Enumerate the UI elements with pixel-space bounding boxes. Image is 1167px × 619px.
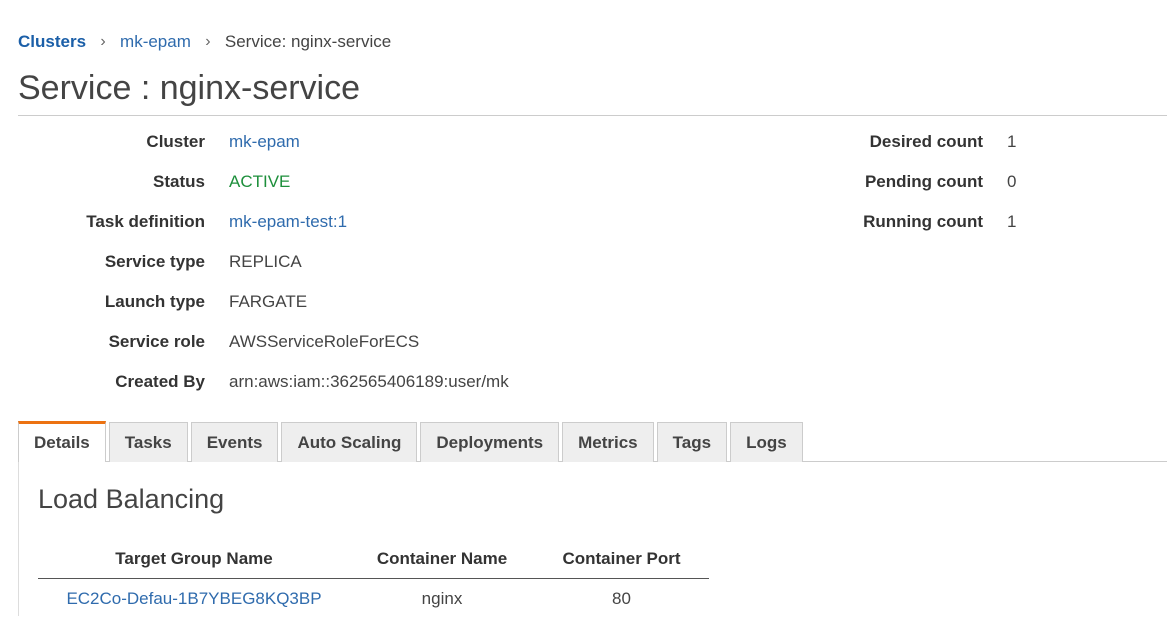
container-port-cell: 80 — [612, 589, 631, 608]
tab-deployments[interactable]: Deployments — [420, 422, 560, 462]
running-count-value: 1 — [1007, 212, 1017, 231]
field-label: Launch type — [104, 292, 205, 311]
breadcrumb-current: Service: nginx-service — [224, 32, 392, 51]
created-by-value: arn:aws:iam::362565406189:user/mk — [229, 372, 509, 391]
field-label: Service role — [108, 332, 205, 351]
tab-tasks[interactable]: Tasks — [108, 422, 188, 462]
field-label: Desired count — [869, 132, 983, 151]
breadcrumb-cluster-link[interactable]: mk-epam — [120, 31, 191, 53]
tab-events[interactable]: Events — [190, 422, 279, 462]
column-header-container-port: Container Port — [562, 549, 681, 568]
table-header: Target Group Name Container Name Contain… — [38, 540, 709, 579]
breadcrumb-clusters-link[interactable]: Clusters — [18, 31, 86, 53]
pending-count-value: 0 — [1007, 172, 1017, 191]
tab-auto-scaling[interactable]: Auto Scaling — [281, 422, 418, 462]
page-title: Service : nginx-service — [18, 69, 361, 107]
table-row: EC2Co-Defau-1B7YBEG8KQ3BP nginx 80 — [38, 579, 709, 619]
tab-tags[interactable]: Tags — [656, 422, 728, 462]
field-label: Created By — [115, 372, 205, 391]
chevron-right-icon: › — [205, 33, 211, 50]
breadcrumb: Clusters › mk-epam › Service: nginx-serv… — [18, 31, 391, 53]
field-launch-type: Launch type FARGATE — [0, 290, 600, 314]
title-divider — [18, 115, 1167, 116]
section-title-load-balancing: Load Balancing — [38, 484, 225, 514]
service-type-value: REPLICA — [229, 252, 302, 271]
field-created-by: Created By arn:aws:iam::362565406189:use… — [0, 370, 600, 394]
field-pending-count: Pending count 0 — [0, 170, 1100, 194]
launch-type-value: FARGATE — [229, 292, 308, 311]
field-label: Pending count — [864, 172, 983, 191]
target-group-link[interactable]: EC2Co-Defau-1B7YBEG8KQ3BP — [38, 579, 350, 619]
column-header-container-name: Container Name — [376, 549, 508, 568]
tab-metrics[interactable]: Metrics — [562, 422, 654, 462]
field-label: Running count — [863, 212, 983, 231]
field-desired-count: Desired count 1 — [0, 130, 1100, 154]
field-service-type: Service type REPLICA — [0, 250, 600, 274]
field-service-role: Service role AWSServiceRoleForECS — [0, 330, 600, 354]
tab-bar: Details Tasks Events Auto Scaling Deploy… — [18, 421, 806, 462]
tab-details[interactable]: Details — [18, 421, 106, 462]
field-running-count: Running count 1 — [0, 210, 1100, 234]
chevron-right-icon: › — [100, 33, 106, 50]
column-header-target-group: Target Group Name — [115, 549, 273, 568]
container-name-cell: nginx — [421, 589, 463, 608]
tab-panel-border — [18, 461, 19, 616]
tab-logs[interactable]: Logs — [730, 422, 803, 462]
service-role-value: AWSServiceRoleForECS — [229, 332, 420, 351]
load-balancing-table: Target Group Name Container Name Contain… — [38, 540, 709, 619]
desired-count-value: 1 — [1007, 132, 1017, 151]
field-label: Service type — [104, 252, 205, 271]
